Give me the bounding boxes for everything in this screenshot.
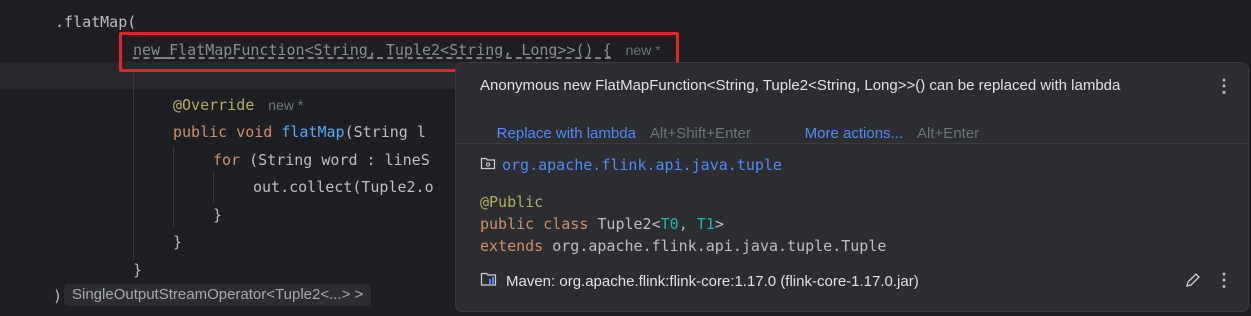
class-name: Tuple2< — [597, 215, 661, 233]
more-vertical-icon[interactable]: ⋮ — [1214, 271, 1234, 291]
maven-library-row: Maven: org.apache.flink:flink-core:1.17.… — [480, 271, 919, 291]
closing-brace: } — [213, 206, 223, 224]
code-line-brace[interactable]: } — [133, 260, 142, 280]
public-annotation: @Public — [480, 193, 544, 211]
more-vertical-icon[interactable]: ⋮ — [1214, 77, 1234, 97]
code-line-method[interactable]: public void flatMap(String l — [173, 122, 426, 142]
more-actions-shortcut: Alt+Enter — [917, 125, 980, 142]
code-line-brace[interactable]: } — [173, 232, 182, 252]
more-actions-action[interactable]: More actions... Alt+Enter — [788, 108, 980, 159]
replace-with-lambda-action[interactable]: Replace with lambda Alt+Shift+Enter — [480, 108, 751, 159]
extends-target: org.apache.flink.api.java.tuple.Tuple — [552, 237, 887, 255]
code-line-for[interactable]: for (String word : lineS — [213, 150, 430, 170]
code-line-flatmap[interactable]: .flatMap( — [55, 12, 136, 32]
maven-library-icon — [480, 271, 498, 291]
override-annotation: @Override — [173, 96, 255, 114]
code-line-collect[interactable]: out.collect(Tuple2.o — [253, 177, 434, 197]
for-keyword: for — [213, 151, 241, 169]
closing-brace: } — [133, 261, 143, 279]
code-text: .flatMap( — [55, 13, 137, 31]
type-param-t1: T1 — [696, 215, 715, 233]
inlay-type-hint[interactable]: SingleOutputStreamOperator<Tuple2<...> > — [64, 284, 372, 306]
method-name: flatMap — [281, 123, 345, 141]
inspection-message: Anonymous new FlatMapFunction<String, Tu… — [480, 77, 1121, 94]
indent-guide — [173, 146, 174, 226]
indent-guide — [213, 172, 214, 202]
code-line-paren[interactable]: ) — [53, 286, 62, 306]
package-folder-icon — [480, 155, 496, 175]
class-declaration-line: public class Tuple2<T0, T1> — [480, 213, 724, 235]
code-line-override[interactable]: @Override new * — [173, 95, 303, 115]
closing-paren: ) — [53, 287, 63, 305]
package-row[interactable]: org.apache.flink.api.java.tuple — [480, 155, 782, 175]
class-name-end: > — [714, 215, 724, 233]
package-link[interactable]: org.apache.flink.api.java.tuple — [502, 156, 782, 174]
type-param-separator: , — [678, 215, 697, 233]
for-header: (String word : lineS — [240, 151, 430, 169]
type-param-t0: T0 — [660, 215, 679, 233]
replace-with-lambda-link[interactable]: Replace with lambda — [497, 125, 636, 142]
code-line-brace[interactable]: } — [213, 205, 222, 225]
indent-guide — [133, 70, 134, 260]
pencil-icon[interactable] — [1184, 271, 1202, 293]
closing-brace: } — [173, 233, 183, 251]
replace-shortcut: Alt+Shift+Enter — [649, 125, 751, 142]
method-params: (String l — [344, 123, 426, 141]
void-keyword: void — [236, 123, 273, 141]
public-keyword: public — [173, 123, 228, 141]
extends-keyword: extends — [480, 237, 544, 255]
annotation-line: @Public — [480, 191, 543, 213]
class-keyword: public class — [480, 215, 589, 233]
author-hint: new * — [268, 97, 304, 113]
maven-library-label: Maven: org.apache.flink:flink-core:1.17.… — [506, 272, 919, 290]
more-actions-link[interactable]: More actions... — [805, 125, 903, 142]
intention-popup[interactable]: Anonymous new FlatMapFunction<String, Tu… — [455, 62, 1249, 312]
collect-call: out.collect(Tuple2.o — [253, 178, 434, 196]
divider — [456, 143, 1248, 144]
extends-line: extends org.apache.flink.api.java.tuple.… — [480, 235, 886, 257]
